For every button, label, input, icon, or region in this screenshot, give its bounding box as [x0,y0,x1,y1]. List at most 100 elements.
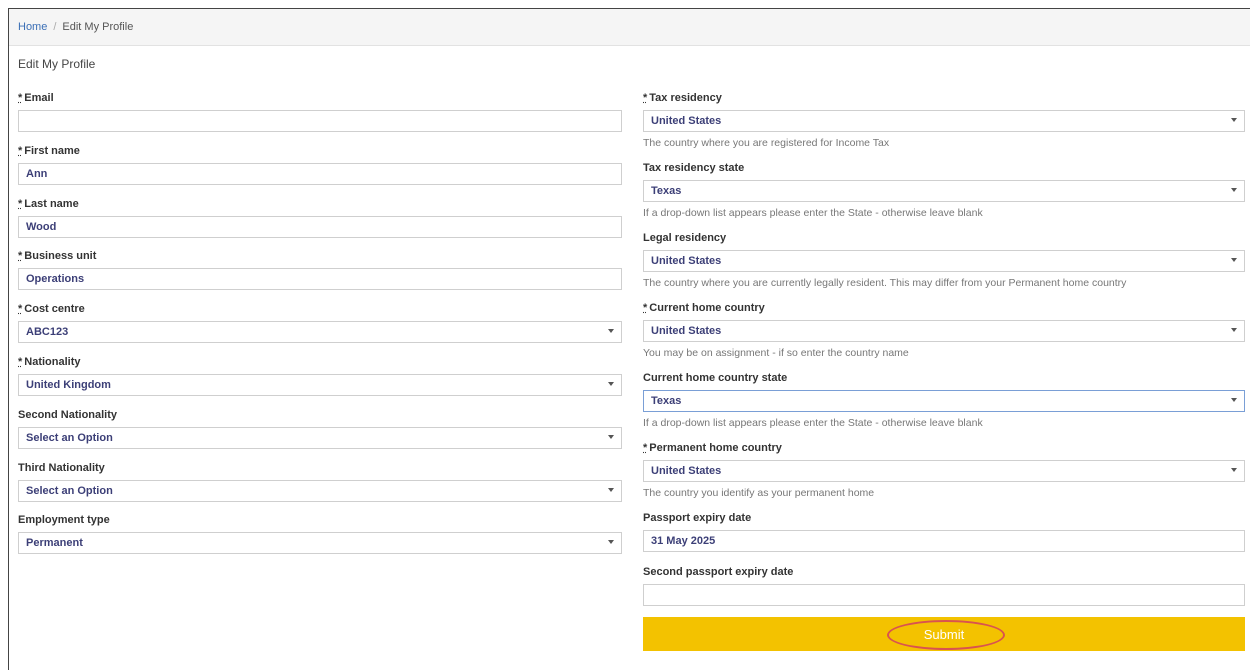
breadcrumb-home-link[interactable]: Home [18,21,47,33]
required-marker: * [18,303,23,316]
first-name-label-text: First name [24,144,80,157]
chevron-down-icon [608,434,614,439]
current-home-country-state-value: Texas [651,395,682,407]
field-third-nationality: Third Nationality Select an Option [18,460,622,502]
breadcrumb-separator: / [53,21,57,33]
required-marker: * [18,250,23,263]
required-marker: * [18,356,23,368]
tax-residency-label: * Tax residency [643,90,1245,106]
field-tax-residency: * Tax residency United States The country w… [643,90,1245,150]
second-nationality-value: Select an Option [26,431,113,444]
nationality-select[interactable]: United Kingdom [18,374,622,396]
cost-centre-label-text: Cost centre [24,303,85,316]
submit-button[interactable]: Submit [643,617,1245,651]
legal-residency-label-text: Legal residency [643,232,727,244]
chevron-down-icon [1231,118,1237,122]
third-nationality-label: Third Nationality [18,460,622,476]
second-nationality-label-text: Second Nationality [18,408,118,421]
third-nationality-select[interactable]: Select an Option [18,479,622,502]
third-nationality-label-text: Third Nationality [18,461,105,474]
permanent-home-country-select[interactable]: United States [643,460,1245,482]
chevron-down-icon [608,382,614,386]
chevron-down-icon [1231,328,1237,332]
chevron-down-icon [1231,468,1237,472]
chevron-down-icon [1231,398,1237,402]
current-home-country-select[interactable]: United States [643,320,1245,342]
nationality-label: * Nationality [18,354,622,370]
current-home-country-label-text: Current home country [649,302,765,314]
field-last-name: * Last name Wood [18,196,622,238]
business-unit-label: * Business unit [18,248,622,264]
legal-residency-value: United States [651,255,722,267]
tax-residency-state-select[interactable]: Texas [643,180,1245,202]
email-label: * Email [18,90,622,106]
tax-residency-label-text: Tax residency [649,92,722,104]
passport-expiry-date-value: 31 May 2025 [651,535,716,547]
tax-residency-state-help-text: If a drop-down list appears please enter… [643,207,983,219]
email-label-text: Email [24,92,54,104]
second-passport-expiry-date-label: Second passport expiry date [643,564,1245,580]
tax-residency-select[interactable]: United States [643,110,1245,132]
second-nationality-select[interactable]: Select an Option [18,426,622,449]
passport-expiry-date-label-text: Passport expiry date [643,512,752,524]
field-business-unit: * Business unit Operations [18,248,622,291]
employment-type-label: Employment type [18,512,622,528]
field-employment-type: Employment type Permanent [18,512,622,555]
profile-form-window: Home / Edit My Profile Edit My Profile *… [8,8,1250,670]
second-nationality-label: Second Nationality [18,407,622,423]
tax-residency-state-label: Tax residency state [643,160,1245,176]
field-nationality: * Nationality United Kingdom [18,354,622,396]
field-current-home-country-state: Current home country state Texas If a drop… [643,370,1245,430]
last-name-value: Wood [26,220,57,233]
current-home-country-value: United States [651,325,722,337]
field-passport-expiry-date: Passport expiry date 31 May 2025 [643,510,1245,552]
permanent-home-country-value: United States [651,465,722,477]
field-second-nationality: Second Nationality Select an Option [18,407,622,449]
cost-centre-label: * Cost centre [18,301,622,317]
cost-centre-select[interactable]: ABC123 [18,321,622,344]
business-unit-label-text: Business unit [24,250,97,263]
first-name-value: Ann [26,167,48,180]
chevron-down-icon [608,329,614,334]
required-marker: * [18,144,23,157]
last-name-label-text: Last name [24,197,79,210]
required-marker: * [18,197,23,210]
nationality-value: United Kingdom [26,379,111,391]
field-current-home-country: * Current home country United States You ma… [643,300,1245,360]
current-home-country-state-label-text: Current home country state [643,372,788,384]
chevron-down-icon [608,540,614,545]
business-unit-input[interactable]: Operations [18,268,622,291]
first-name-input[interactable]: Ann [18,162,622,185]
passport-expiry-date-input[interactable]: 31 May 2025 [643,530,1245,552]
email-input[interactable] [18,110,622,132]
chevron-down-icon [1231,188,1237,192]
second-passport-expiry-date-label-text: Second passport expiry date [643,566,794,578]
business-unit-value: Operations [26,273,85,286]
legal-residency-select[interactable]: United States [643,250,1245,272]
last-name-input[interactable]: Wood [18,215,622,238]
field-cost-centre: * Cost centre ABC123 [18,301,622,344]
employment-type-label-text: Employment type [18,514,110,527]
required-marker: * [643,302,648,314]
field-second-passport-expiry-date: Second passport expiry date [643,564,1245,606]
third-nationality-value: Select an Option [26,484,113,497]
chevron-down-icon [608,487,614,492]
required-marker: * [643,442,648,454]
field-email: * Email [18,90,622,132]
current-home-country-state-select[interactable]: Texas [643,390,1245,412]
permanent-home-country-label: * Permanent home country [643,440,1245,456]
employment-type-value: Permanent [26,537,83,550]
legal-residency-label: Legal residency [643,230,1245,246]
tax-residency-value: United States [651,115,722,127]
field-tax-residency-state: Tax residency state Texas If a drop-down l… [643,160,1245,220]
page-title: Edit My Profile [18,57,96,71]
tax-residency-help-text: The country where you are registered for… [643,137,890,149]
field-permanent-home-country: * Permanent home country United States The … [643,440,1245,500]
permanent-home-country-label-text: Permanent home country [649,442,782,454]
breadcrumb: Home / Edit My Profile [9,9,1250,46]
field-first-name: * First name Ann [18,143,622,185]
employment-type-select[interactable]: Permanent [18,532,622,555]
field-legal-residency: Legal residency United States The country … [643,230,1245,290]
current-home-country-label: * Current home country [643,300,1245,316]
second-passport-expiry-date-input[interactable] [643,584,1245,606]
